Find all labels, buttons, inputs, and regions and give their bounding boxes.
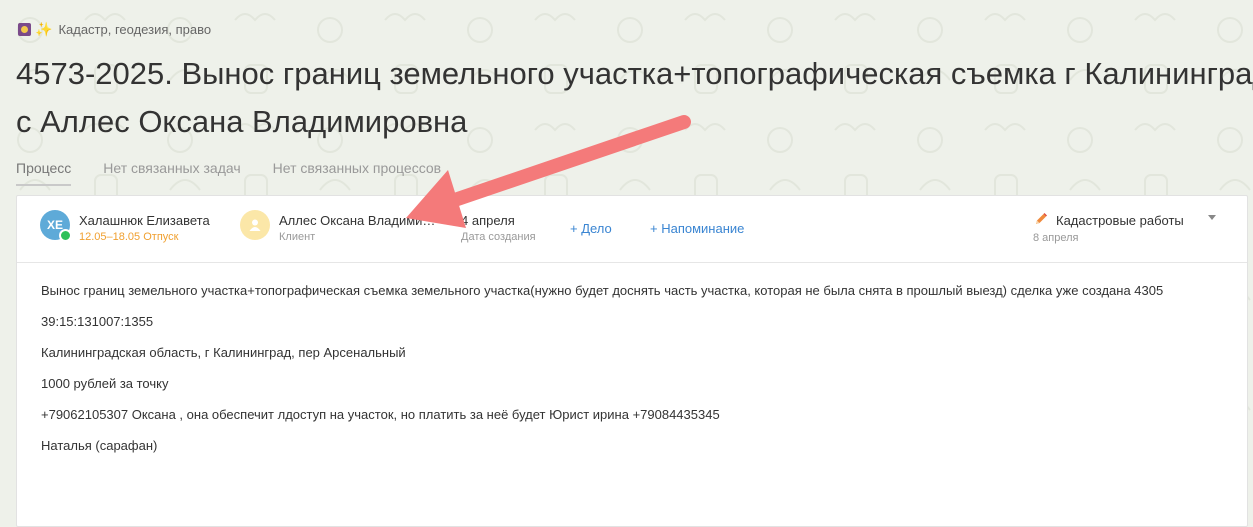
tab-process[interactable]: Процесс [16, 160, 72, 186]
client-name[interactable]: Аллес Оксана Владимировна [279, 213, 439, 228]
description-line: Наталья (сарафан) [41, 438, 158, 453]
breadcrumb-label[interactable]: Кадастр, геодезия, право [58, 22, 211, 37]
responsible-name[interactable]: Халашнюк Елизавета [79, 213, 210, 228]
add-reminder-button[interactable]: + Напоминание [650, 221, 744, 236]
description-line: 1000 рублей за точку [41, 376, 169, 391]
page-title-line2: с Аллес Оксана Владимировна [16, 104, 468, 139]
process-card: ХЕ Халашнюк Елизавета 12.05–18.05 Отпуск… [16, 195, 1248, 527]
description-line: Вынос границ земельного участка+топограф… [41, 283, 1164, 298]
add-deal-button[interactable]: + Дело [570, 221, 612, 236]
avatar-client[interactable] [240, 210, 270, 240]
app-icon [18, 23, 31, 36]
tab-bar: Процесс Нет связанных задач Нет связанны… [16, 160, 473, 186]
tab-related-tasks[interactable]: Нет связанных задач [103, 160, 240, 186]
description-line: +79062105307 Оксана , она обеспечит лдос… [41, 407, 720, 422]
sparkle-icon: ✨ [35, 21, 53, 37]
responsible-status: 12.05–18.05 Отпуск [79, 231, 179, 243]
pencil-icon [1036, 213, 1047, 224]
chevron-down-icon[interactable] [1208, 215, 1216, 220]
process-header: ХЕ Халашнюк Елизавета 12.05–18.05 Отпуск… [17, 196, 1247, 263]
creation-date-label: Дата создания [461, 231, 536, 243]
description-line: Калининградская область, г Калининград, … [41, 345, 406, 360]
online-status-icon [59, 229, 72, 242]
breadcrumb[interactable]: ✨ Кадастр, геодезия, право [18, 21, 211, 38]
creation-date: 4 апреля [461, 213, 515, 228]
page-title-line1: 4573-2025. Вынос границ земельного участ… [16, 56, 1253, 91]
client-role: Клиент [279, 231, 316, 243]
stage-date: 8 апреля [1033, 232, 1079, 244]
user-icon [249, 219, 261, 231]
page-title: 4573-2025. Вынос границ земельного участ… [16, 50, 1253, 146]
description-line: 39:15:131007:1355 [41, 314, 154, 329]
avatar-responsible[interactable]: ХЕ [40, 210, 72, 242]
stage-name[interactable]: Кадастровые работы [1056, 213, 1184, 228]
process-description: Вынос границ земельного участка+топограф… [41, 280, 1211, 466]
tab-related-processes[interactable]: Нет связанных процессов [273, 160, 441, 186]
